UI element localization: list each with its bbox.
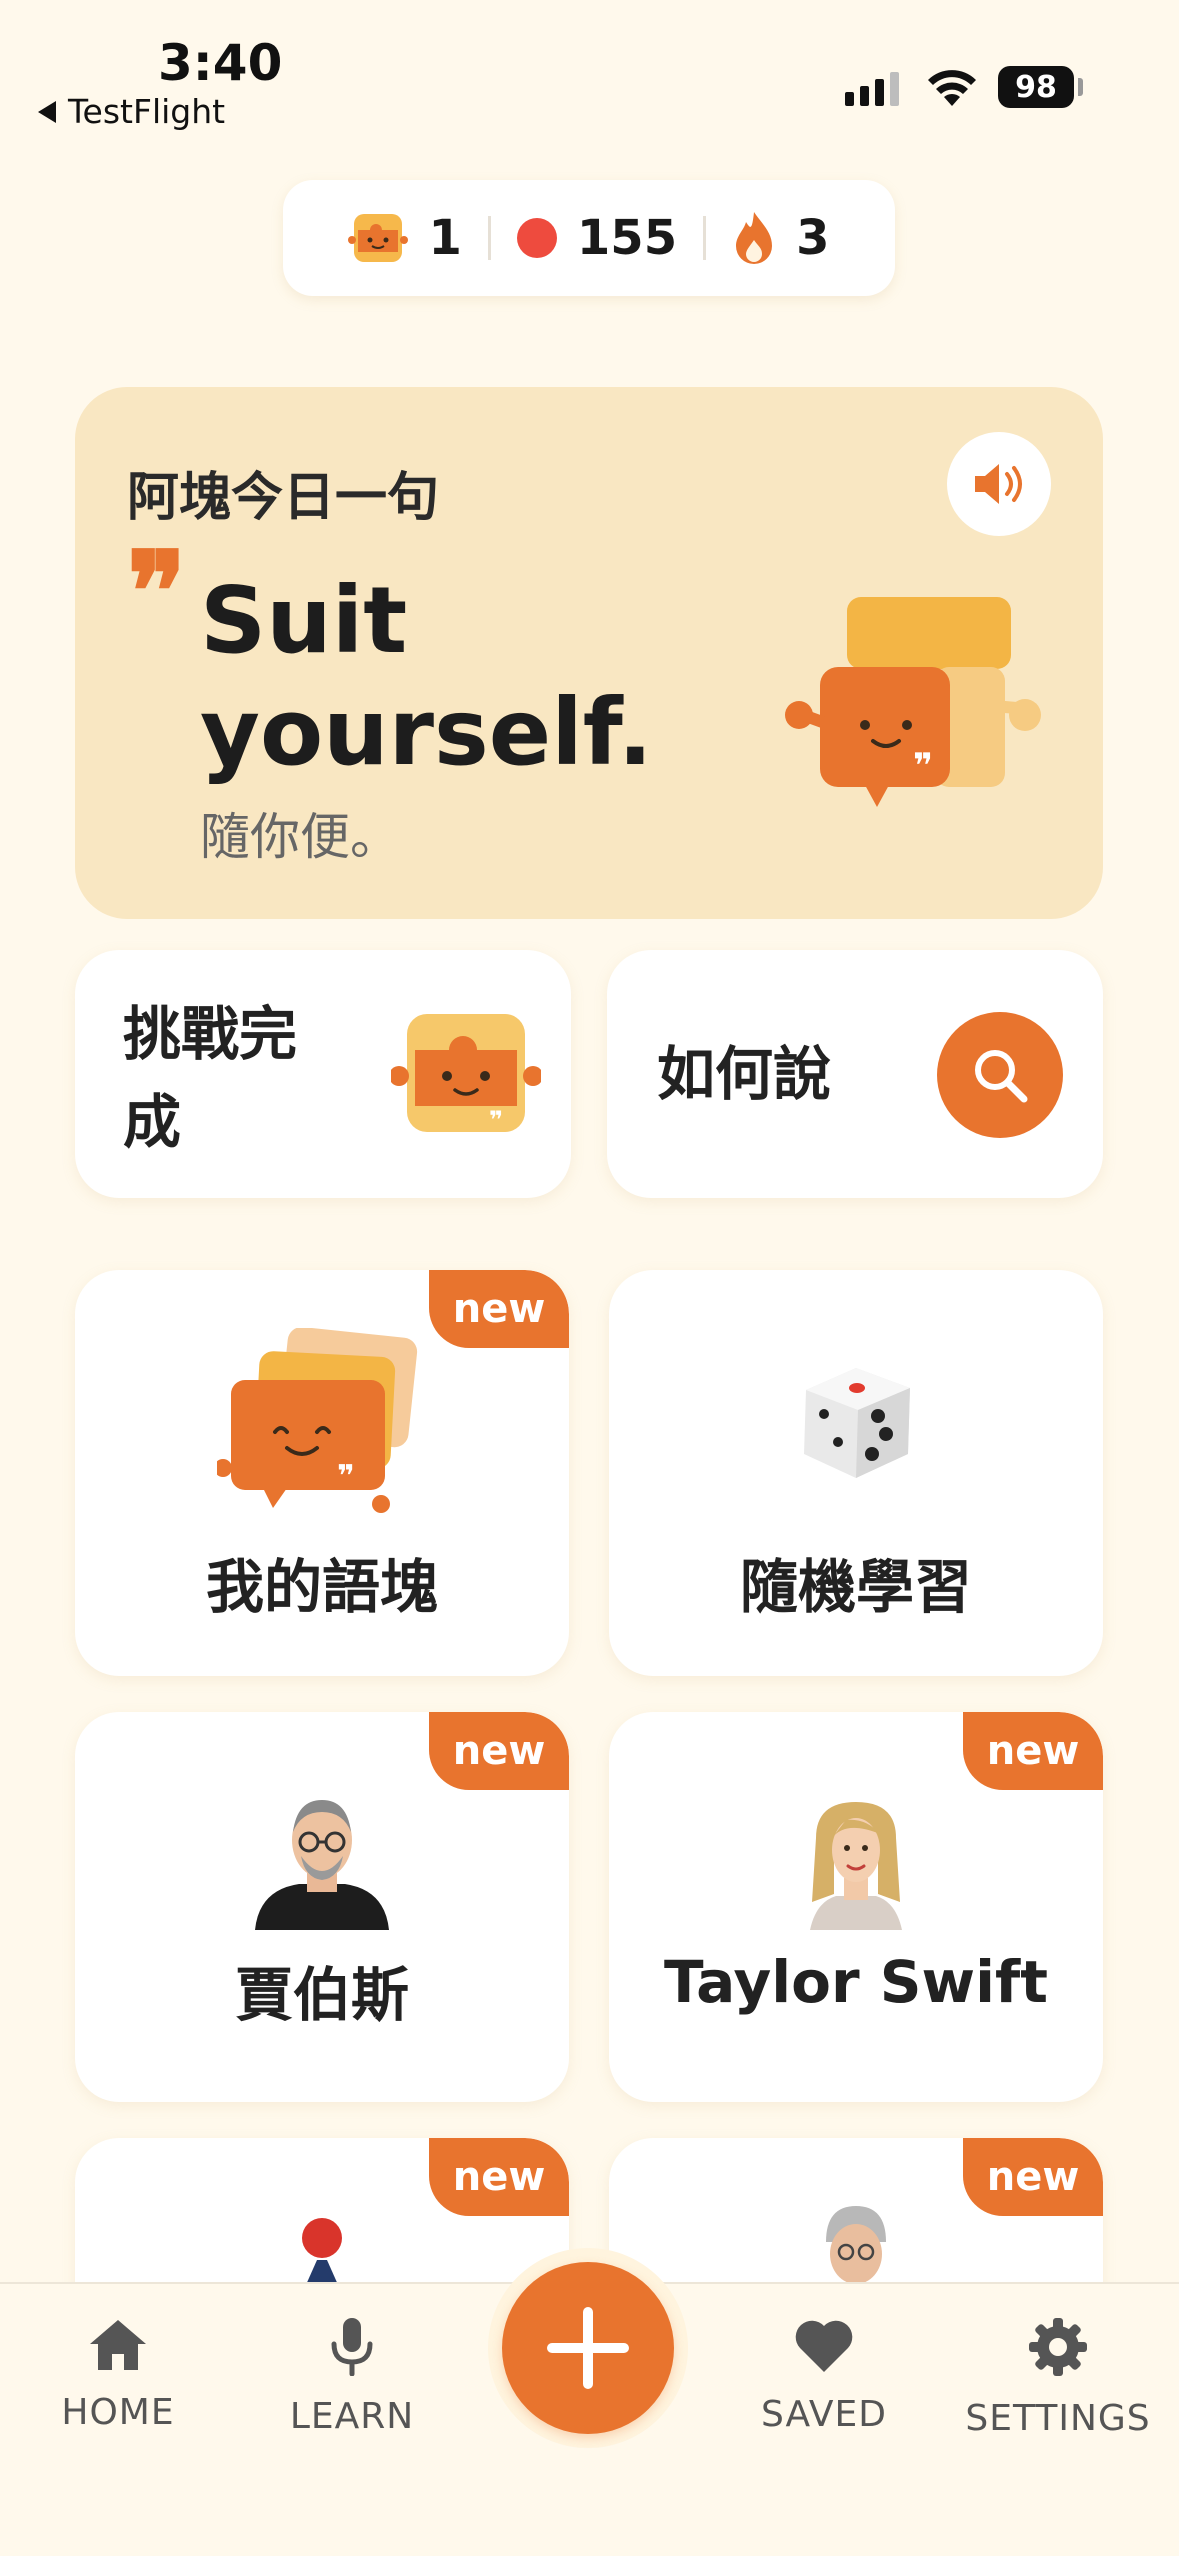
wifi-icon: [928, 70, 976, 106]
how-to-say-label: 如何說: [657, 1040, 832, 1108]
back-app-label: TestFlight: [68, 92, 226, 131]
nav-home-label: HOME: [61, 2392, 175, 2433]
svg-text:❞: ❞: [489, 1106, 503, 1134]
back-arrow-icon: [38, 100, 56, 123]
daily-phrase-card[interactable]: 阿塊今日一句 ❞ Suit yourself. 隨你便。 ❞: [75, 387, 1103, 919]
home-icon: [90, 2320, 146, 2370]
new-badge: new: [963, 2138, 1103, 2216]
chunk-mascot-illustration: ❞: [785, 597, 1041, 807]
new-badge: new: [429, 2138, 569, 2216]
elderly-figure-avatar: [826, 2206, 886, 2284]
streak-stat: 3: [706, 210, 855, 266]
challenge-complete-label: 挑戰完 成: [123, 990, 297, 1166]
random-learning-label: 隨機學習: [739, 1553, 972, 1621]
new-badge: new: [429, 1270, 569, 1348]
steve-jobs-avatar: [255, 1800, 389, 1930]
battery-cap: [1078, 78, 1083, 96]
gear-icon: [1029, 2318, 1087, 2376]
play-audio-button[interactable]: [947, 432, 1051, 536]
my-chunks-card[interactable]: new ❞ 我的語塊: [75, 1270, 569, 1676]
nav-saved-label: SAVED: [761, 2394, 887, 2435]
chunk-mascot-icon: [348, 214, 409, 262]
status-time: 3:40: [158, 34, 283, 92]
points-stat: 155: [491, 210, 703, 266]
random-learning-card[interactable]: 隨機學習: [609, 1270, 1103, 1676]
challenge-label-line-1: 挑戰完: [123, 1000, 298, 1068]
chunks-count: 1: [428, 210, 462, 266]
challenge-complete-card[interactable]: 挑戰完 成 ❞: [75, 950, 571, 1198]
new-badge: new: [429, 1712, 569, 1790]
stats-bar[interactable]: 1 155 3: [283, 180, 895, 296]
streak-count: 3: [796, 210, 830, 266]
speaker-icon: [975, 464, 1022, 504]
add-button[interactable]: [502, 2262, 674, 2434]
plus-icon: [547, 2307, 629, 2389]
quote-mark-icon: ❞: [127, 527, 187, 656]
nav-saved[interactable]: SAVED: [724, 2316, 924, 2435]
nav-settings[interactable]: SETTINGS: [958, 2316, 1158, 2439]
nav-learn-label: LEARN: [289, 2396, 415, 2437]
how-to-say-card[interactable]: 如何說: [607, 950, 1103, 1198]
nav-learn[interactable]: LEARN: [252, 2316, 452, 2437]
back-to-testflight[interactable]: TestFlight: [38, 92, 225, 131]
taylor-swift-avatar: [810, 1802, 902, 1930]
points-dot-icon: [516, 218, 557, 258]
my-chunks-label: 我的語塊: [205, 1553, 438, 1621]
cellular-signal-icon: [845, 70, 899, 106]
flame-icon: [736, 212, 773, 264]
microphone-icon: [331, 2318, 373, 2376]
steve-jobs-label: 賈伯斯: [234, 1961, 409, 2029]
points-count: 155: [576, 210, 678, 266]
chunks-stat: 1: [322, 210, 487, 266]
dice-icon: [804, 1368, 910, 1478]
heart-icon: [795, 2320, 853, 2372]
nav-settings-label: SETTINGS: [965, 2398, 1151, 2439]
new-badge: new: [963, 1712, 1103, 1790]
search-icon: [975, 1050, 1028, 1103]
daily-phrase-title: 阿塊今日一句: [127, 468, 440, 528]
nav-home[interactable]: HOME: [18, 2316, 218, 2433]
battery-indicator: 98: [998, 66, 1074, 108]
taylor-swift-label: Taylor Swift: [664, 1948, 1048, 2016]
svg-text:❞: ❞: [913, 746, 933, 786]
app-screen: 3:40 TestFlight 98 1 155 3 阿塊今日一句 ❞ Suit…: [0, 0, 1179, 2556]
challenge-label-line-2: 成: [123, 1088, 182, 1156]
daily-phrase-chinese: 隨你便。: [200, 808, 400, 866]
daily-phrase-english: Suit yourself.: [200, 567, 653, 786]
search-button[interactable]: [937, 1012, 1063, 1138]
steve-jobs-card[interactable]: new 賈伯斯: [75, 1712, 569, 2102]
taylor-swift-card[interactable]: new Taylor Swift: [609, 1712, 1103, 2102]
chunk-mascot-icon: ❞: [391, 1014, 541, 1134]
svg-text:❞: ❞: [337, 1459, 355, 1494]
chunk-stack-icon: ❞: [217, 1328, 418, 1513]
